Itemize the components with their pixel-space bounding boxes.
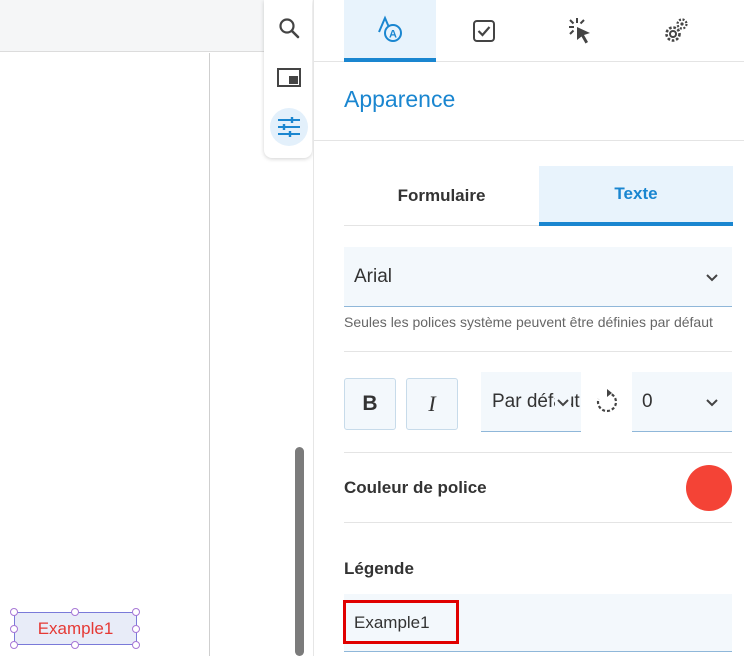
properties-panel: A Apparence Formulaire Texte Arial Seule… [313,0,744,656]
resize-handle-top-center[interactable] [71,608,79,616]
checkbox-check-icon [473,20,495,42]
rotate-icon [596,389,618,413]
format-divider [344,452,732,453]
font-hint: Seules les polices système peuvent être … [344,314,713,330]
caption-input[interactable] [344,594,732,652]
resize-handle-top-right[interactable] [132,608,140,616]
chevron-down-icon [706,398,718,406]
sliders-icon [278,117,300,137]
rotation-value: 0 [642,390,653,412]
section-divider [314,140,744,141]
gears-icon [665,18,688,42]
bold-label: B [362,392,378,415]
resize-handle-bottom-right[interactable] [132,641,140,649]
font-size-select[interactable]: Par défaut [481,372,581,432]
bold-button[interactable]: B [344,378,396,430]
subtab-text[interactable]: Texte [539,166,733,226]
font-color-label: Couleur de police [344,478,487,497]
subtab-form[interactable]: Formulaire [344,166,539,226]
rotation-select[interactable]: 0 [632,372,732,432]
resize-handle-middle-left[interactable] [10,625,18,633]
click-cursor-icon [569,18,590,44]
color-divider [344,522,732,523]
resize-handle-bottom-center[interactable] [71,641,79,649]
vertical-scrollbar[interactable] [295,447,304,656]
picture-in-picture-icon [277,68,301,87]
section-title: Apparence [344,86,456,112]
tab-settings[interactable] [630,0,722,62]
properties-button[interactable] [270,108,308,146]
font-color-swatch[interactable] [686,465,732,511]
svg-text:A: A [389,29,397,41]
font-family-value: Arial [354,265,393,287]
text-style-icon: A [378,15,402,42]
font-family-select[interactable]: Arial [344,247,732,307]
search-button[interactable] [270,9,308,47]
tab-validation[interactable] [438,0,530,62]
tool-strip [264,0,312,158]
appearance-subtabs: Formulaire Texte [344,166,733,226]
search-icon [279,18,300,39]
italic-button[interactable]: I [406,378,458,430]
chevron-down-icon [555,393,571,410]
form-text-field-value: Example1 [37,618,114,638]
tab-actions[interactable] [534,0,626,62]
resize-handle-top-left[interactable] [10,608,18,616]
italic-label: I [428,391,436,416]
page-edge [209,53,210,656]
resize-handle-middle-right[interactable] [132,625,140,633]
hint-divider [344,351,732,352]
tab-appearance[interactable]: A [344,0,436,62]
caption-label: Légende [344,559,414,578]
document-toolbar [0,0,264,52]
picture-in-picture-button[interactable] [270,59,308,97]
resize-handle-bottom-left[interactable] [10,641,18,649]
panel-tabs: A [314,0,744,62]
chevron-down-icon [706,273,718,281]
